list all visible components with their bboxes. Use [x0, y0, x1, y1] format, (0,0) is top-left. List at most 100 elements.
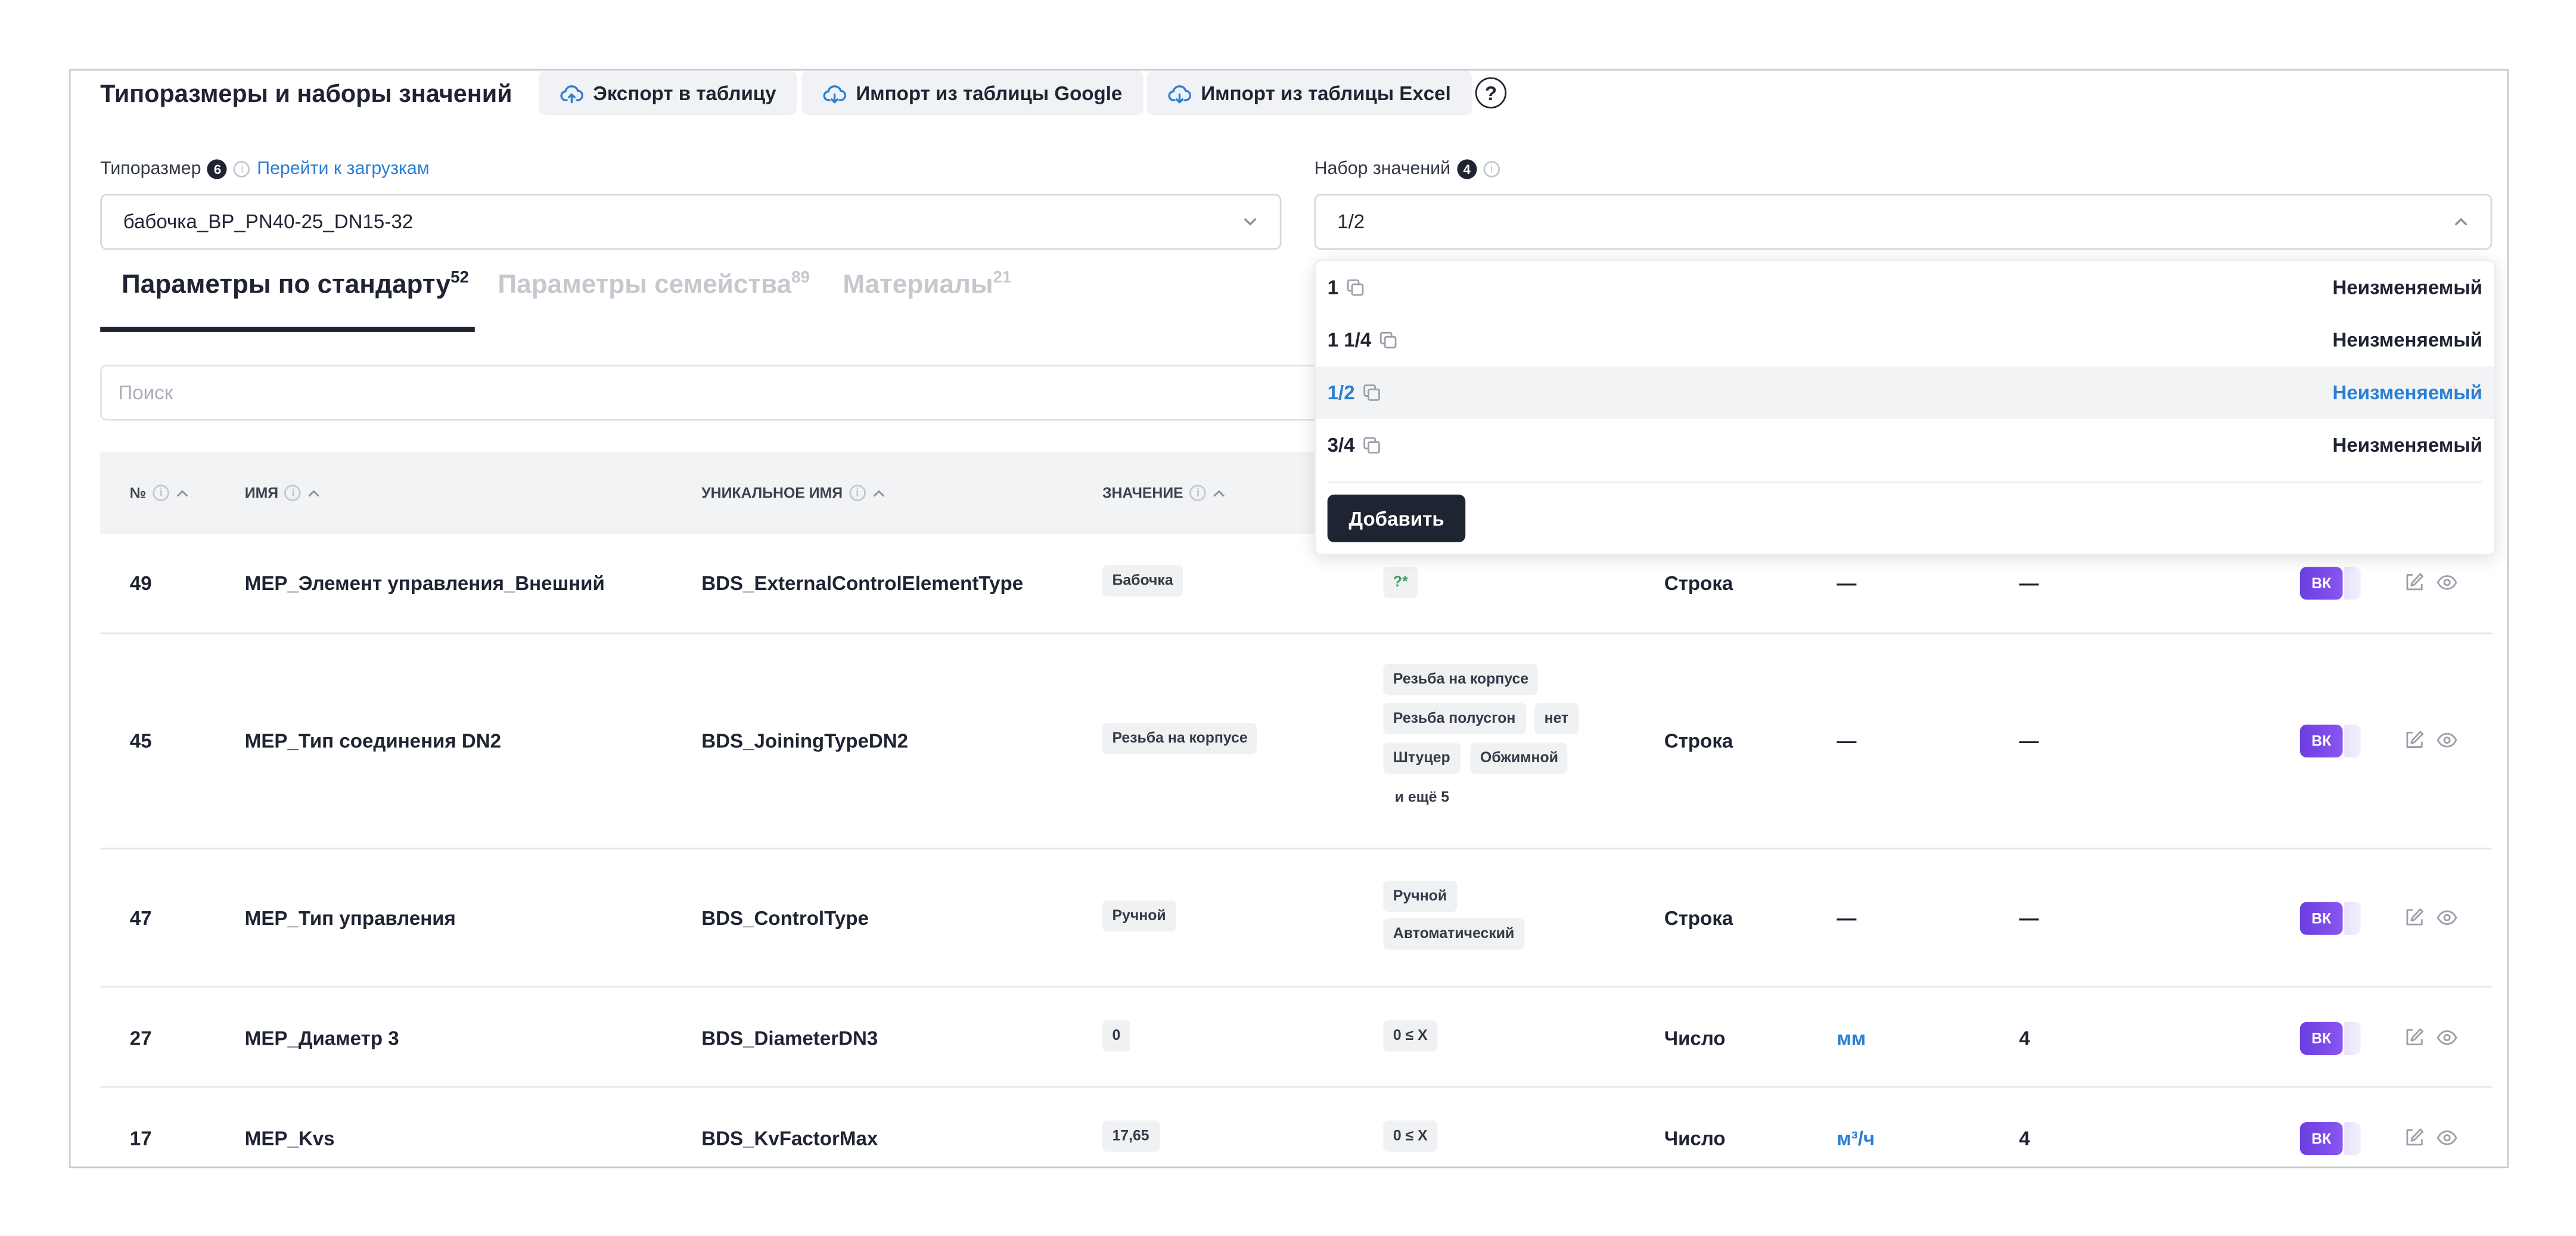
badge-overflow	[2344, 902, 2361, 935]
export-button[interactable]: Экспорт в таблицу	[539, 70, 798, 115]
cloud-upload-icon	[560, 84, 583, 103]
row-num: 17	[129, 1127, 152, 1150]
info-icon[interactable]: i	[153, 485, 170, 501]
row-unit-link[interactable]: мм	[1837, 1027, 1866, 1050]
value-chip: 17,65	[1102, 1120, 1160, 1152]
edit-icon[interactable]	[2403, 729, 2425, 751]
add-valueset-button[interactable]: Добавить	[1327, 494, 1466, 542]
row-precision: —	[2019, 572, 2039, 595]
row-precision: 4	[2019, 1127, 2030, 1150]
limit-chip: Обжимной	[1470, 743, 1568, 774]
column-header-label: УНИКАЛЬНОЕ ИМЯ	[701, 485, 843, 501]
edit-icon[interactable]	[2403, 1127, 2425, 1148]
row-name: MEP_Kvs	[244, 1127, 335, 1150]
tab-standard-params[interactable]: Параметры по стандарту52	[122, 269, 469, 301]
import-excel-button[interactable]: Импорт из таблицы Excel	[1146, 70, 1472, 115]
eye-icon[interactable]	[2437, 907, 2458, 928]
eye-icon[interactable]	[2437, 729, 2458, 751]
active-tab-indicator	[100, 327, 475, 332]
tab-label: Параметры по стандарту	[122, 271, 451, 300]
eye-icon[interactable]	[2437, 572, 2458, 593]
vk-badge[interactable]: ВК	[2300, 567, 2343, 600]
more-limits-link[interactable]: и ещё 5	[1395, 788, 1449, 805]
tab-family-params[interactable]: Параметры семейства89	[498, 269, 809, 301]
limit-chip: Штуцер	[1383, 743, 1461, 774]
row-precision: 4	[2019, 1027, 2030, 1050]
row-type: Строка	[1664, 729, 1733, 753]
edit-icon[interactable]	[2403, 907, 2425, 928]
column-header-label: ИМЯ	[244, 485, 279, 501]
value-chip: Ручной	[1102, 900, 1176, 932]
copy-icon[interactable]	[1362, 436, 1381, 455]
value-chip: Бабочка	[1102, 565, 1183, 597]
info-icon[interactable]: i	[849, 485, 866, 501]
row-name: MEP_Тип управления	[244, 906, 456, 930]
import-google-button-label: Импорт из таблицы Google	[856, 81, 1123, 105]
valueset-select[interactable]: 1/2	[1314, 194, 2493, 250]
sort-icon[interactable]	[308, 488, 321, 498]
limit-chip: Ручной	[1383, 880, 1457, 912]
option-label: 3/4	[1327, 433, 1355, 457]
column-header-name[interactable]: ИМЯ i	[245, 485, 321, 501]
vk-badge[interactable]: ВК	[2300, 1122, 2343, 1156]
typesizes-panel: Типоразмеры и наборы значений Экспорт в …	[69, 69, 2509, 1169]
sort-icon[interactable]	[1213, 488, 1226, 498]
vk-badge[interactable]: ВК	[2300, 724, 2343, 757]
info-icon[interactable]: i	[234, 161, 251, 178]
sort-icon[interactable]	[176, 488, 189, 498]
limit-chip: Резьба на корпусе	[1383, 663, 1539, 695]
badge-overflow	[2344, 724, 2361, 757]
copy-icon[interactable]	[1362, 383, 1381, 402]
row-name: MEP_Элемент управления_Внешний	[244, 572, 605, 595]
tab-label: Параметры семейства	[498, 271, 792, 300]
chevron-down-icon	[1244, 218, 1257, 226]
typesize-select[interactable]: бабочка_BP_PN40-25_DN15-32	[100, 194, 1282, 250]
row-type: Число	[1664, 1027, 1726, 1050]
copy-icon[interactable]	[1378, 330, 1397, 350]
limit-chip: нет	[1534, 703, 1578, 735]
search-placeholder: Поиск	[118, 381, 173, 405]
column-header-value[interactable]: ЗНАЧЕНИЕ i	[1102, 485, 1226, 501]
tab-materials[interactable]: Материалы21	[843, 269, 1011, 301]
limit-chip: Автоматический	[1383, 918, 1524, 950]
dropdown-option-selected[interactable]: 1/2 Неизменяемый	[1316, 366, 2494, 420]
row-type: Строка	[1664, 906, 1733, 930]
row-unique-name: BDS_ExternalControlElementType	[701, 572, 1024, 595]
tab-count: 52	[450, 269, 469, 288]
eye-icon[interactable]	[2437, 1127, 2458, 1148]
export-button-label: Экспорт в таблицу	[593, 81, 776, 105]
dropdown-divider	[1327, 481, 2482, 483]
column-header-num[interactable]: № i	[130, 485, 189, 501]
vk-badge[interactable]: ВК	[2300, 1021, 2343, 1055]
info-icon[interactable]: i	[1189, 485, 1207, 501]
row-divider	[100, 1086, 2493, 1088]
tab-label: Материалы	[843, 271, 993, 300]
go-to-downloads-link[interactable]: Перейти к загрузкам	[257, 159, 429, 179]
edit-icon[interactable]	[2403, 572, 2425, 593]
row-unit: —	[1837, 906, 1857, 930]
limit-chip: Резьба полусгон	[1383, 703, 1525, 735]
info-icon[interactable]: i	[285, 485, 302, 501]
cloud-download-icon	[823, 84, 846, 103]
edit-icon[interactable]	[2403, 1027, 2425, 1048]
copy-icon[interactable]	[1345, 278, 1365, 297]
sort-icon[interactable]	[872, 488, 885, 498]
info-icon[interactable]: i	[1483, 161, 1500, 178]
row-unit: —	[1837, 572, 1857, 595]
row-divider	[100, 986, 2493, 987]
dropdown-option[interactable]: 1 Неизменяемый	[1316, 261, 2494, 313]
help-icon[interactable]: ?	[1475, 77, 1507, 108]
row-divider	[100, 632, 2493, 635]
vk-badge[interactable]: ВК	[2300, 902, 2343, 935]
row-unique-name: BDS_DiameterDN3	[701, 1027, 878, 1050]
valueset-dropdown: 1 Неизменяемый 1 1/4 Неизменяемый 1/2 Не…	[1314, 259, 2496, 555]
dropdown-option[interactable]: 3/4 Неизменяемый	[1316, 419, 2494, 471]
column-header-unique-name[interactable]: УНИКАЛЬНОЕ ИМЯ i	[701, 485, 885, 501]
row-unit-link[interactable]: м³/ч	[1837, 1127, 1875, 1150]
import-google-button[interactable]: Импорт из таблицы Google	[801, 70, 1144, 115]
eye-icon[interactable]	[2437, 1027, 2458, 1048]
valueset-label-row: Набор значений 4 i	[1315, 159, 1500, 179]
typesize-label: Типоразмер	[100, 159, 201, 179]
dropdown-option[interactable]: 1 1/4 Неизменяемый	[1316, 314, 2494, 367]
badge-overflow	[2344, 1122, 2361, 1156]
